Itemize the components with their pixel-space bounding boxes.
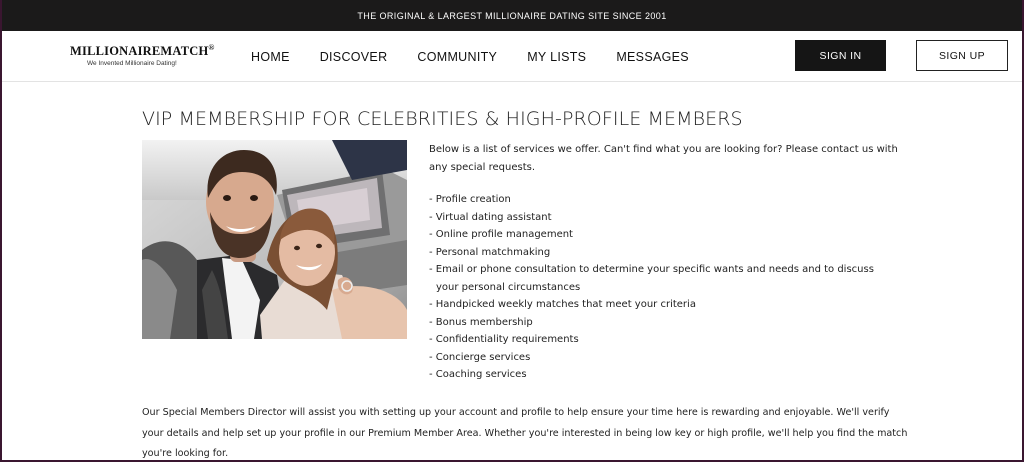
couple-photo xyxy=(142,140,407,339)
sign-up-button[interactable]: SIGN UP xyxy=(916,40,1008,71)
logo-title: MILLIONAIREMATCH® xyxy=(70,43,214,59)
service-item: - Personal matchmaking xyxy=(429,246,551,258)
service-item: - Handpicked weekly matches that meet yo… xyxy=(429,299,696,310)
service-item: - Coaching services xyxy=(429,369,527,380)
services-intro: Below is a list of services we offer. Ca… xyxy=(429,144,898,173)
special-members-paragraph: Our Special Members Director will assist… xyxy=(142,407,908,459)
services-section: Below is a list of services we offer. Ca… xyxy=(429,141,899,384)
sign-in-button[interactable]: SIGN IN xyxy=(795,40,886,71)
nav-my-lists[interactable]: MY LISTS xyxy=(527,50,586,64)
service-item: - Virtual dating assistant xyxy=(429,211,552,223)
announcement-text: THE ORIGINAL & LARGEST MILLIONAIRE DATIN… xyxy=(357,10,667,21)
logo-tagline: We Invented Millionaire Dating! xyxy=(87,60,177,68)
nav-home[interactable]: HOME xyxy=(251,50,290,64)
service-item: - Confidentiality requirements xyxy=(429,334,579,345)
site-logo[interactable]: MILLIONAIREMATCH® We Invented Millionair… xyxy=(70,43,214,68)
service-item: - Email or phone consultation to determi… xyxy=(429,264,874,293)
page-title: VIP MEMBERSHIP FOR CELEBRITIES & HIGH-PR… xyxy=(142,108,743,130)
main-nav: HOME DISCOVER COMMUNITY MY LISTS MESSAGE… xyxy=(251,31,719,82)
top-announcement-bar: THE ORIGINAL & LARGEST MILLIONAIRE DATIN… xyxy=(0,0,1024,31)
logo-name: MILLIONAIREMATCH xyxy=(70,44,209,59)
registered-mark: ® xyxy=(208,43,215,52)
service-item: - Bonus membership xyxy=(429,316,533,328)
nav-discover[interactable]: DISCOVER xyxy=(320,50,388,64)
nav-messages[interactable]: MESSAGES xyxy=(616,50,689,64)
service-item: - Concierge services xyxy=(429,351,531,363)
service-item: - Online profile management xyxy=(429,229,573,240)
site-header: MILLIONAIREMATCH® We Invented Millionair… xyxy=(0,31,1024,82)
service-item: - Profile creation xyxy=(429,194,511,205)
services-list: - Profile creation - Virtual dating assi… xyxy=(429,191,899,384)
nav-community[interactable]: COMMUNITY xyxy=(417,50,497,64)
